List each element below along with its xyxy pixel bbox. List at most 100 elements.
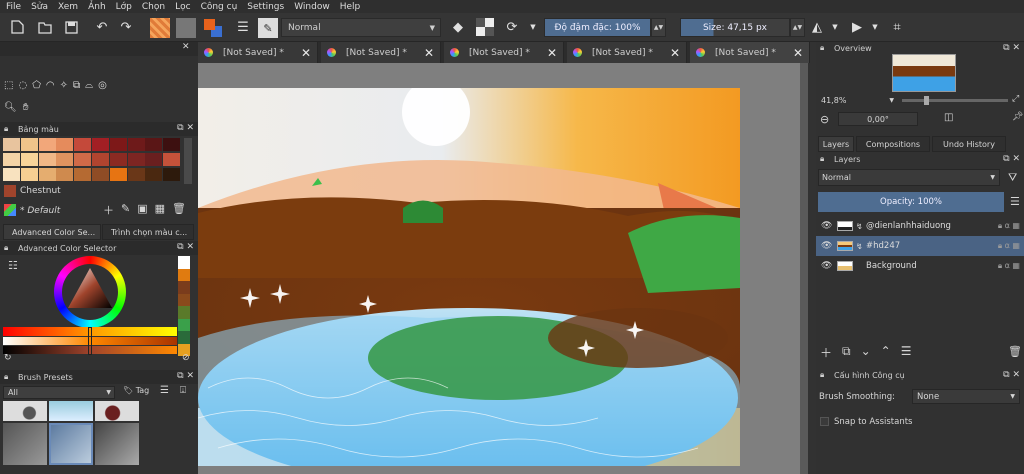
- palette-swatch[interactable]: [92, 168, 109, 181]
- document-tab-active[interactable]: [Not Saved] * ✕: [690, 42, 810, 63]
- palette-swatch[interactable]: [145, 138, 163, 151]
- move-layer-down-icon[interactable]: ⌄: [861, 344, 871, 361]
- palette-swatch[interactable]: [3, 168, 20, 181]
- ellipse-select-icon[interactable]: ◌: [18, 80, 27, 94]
- visibility-eye-icon[interactable]: 👁︎: [821, 221, 832, 231]
- canvas-area[interactable]: [198, 63, 808, 474]
- add-layer-icon[interactable]: ＋: [820, 344, 832, 361]
- new-document-icon[interactable]: [8, 18, 26, 36]
- duplicate-layer-icon[interactable]: ⧉: [842, 344, 851, 361]
- undo-icon[interactable]: ↶: [93, 18, 111, 36]
- foreground-background-color-icon[interactable]: [203, 18, 223, 40]
- palette-swatch[interactable]: [38, 168, 56, 181]
- palette-swatch[interactable]: [74, 168, 92, 181]
- alpha-lock-icon[interactable]: [476, 18, 494, 36]
- menu-view[interactable]: Xem: [58, 2, 78, 12]
- pin-icon[interactable]: 📌︎: [1012, 112, 1023, 122]
- brush-preset-item[interactable]: [49, 401, 93, 421]
- move-layer-up-icon[interactable]: ⌃: [881, 344, 891, 361]
- palette-swatch[interactable]: [109, 138, 127, 151]
- palette-scrollbar[interactable]: [184, 138, 192, 184]
- close-tab-icon[interactable]: ✕: [793, 46, 803, 60]
- brush-menu-icon[interactable]: ☰: [160, 385, 169, 396]
- menu-select[interactable]: Chọn: [142, 2, 165, 12]
- brush-preset-item[interactable]: [95, 423, 139, 465]
- layer-row[interactable]: 👁︎ ↯ @dienlanhhaiduong 🔒︎ ⍺ ▦: [816, 216, 1024, 236]
- float-close-icon[interactable]: ⧉ ✕: [1003, 154, 1020, 164]
- menu-image[interactable]: Ảnh: [88, 2, 106, 12]
- palette-name[interactable]: * Default: [20, 206, 60, 216]
- freehand-select-icon[interactable]: ◠: [46, 80, 55, 94]
- similar-select-icon[interactable]: ⧉: [73, 80, 80, 94]
- no-color-icon[interactable]: ⊘: [182, 353, 190, 363]
- edit-swatch-icon[interactable]: ✎: [121, 202, 130, 218]
- menu-settings[interactable]: Settings: [247, 2, 284, 12]
- brush-preset-item[interactable]: [95, 401, 139, 421]
- brush-import-icon[interactable]: ⍗: [180, 385, 186, 396]
- save-icon[interactable]: [62, 18, 80, 36]
- mirror-vertical-icon[interactable]: ▶: [848, 18, 866, 36]
- open-document-icon[interactable]: [36, 18, 54, 36]
- brush-preset-item[interactable]: [3, 423, 47, 465]
- panel-lock-icon[interactable]: 🔒︎: [4, 243, 8, 253]
- snap-to-assistants-checkbox[interactable]: [820, 417, 829, 426]
- rotation-field[interactable]: 0,00°: [838, 112, 918, 126]
- palette-swatch[interactable]: [163, 138, 181, 151]
- close-tab-icon[interactable]: ✕: [424, 46, 434, 60]
- palette-swatch[interactable]: [127, 138, 145, 151]
- panel-lock-icon[interactable]: 🔒︎: [4, 372, 8, 382]
- palette-swatch[interactable]: [56, 168, 74, 181]
- gradient-fill-icon[interactable]: [150, 18, 170, 38]
- palette-swatch[interactable]: [20, 138, 38, 151]
- layer-flags-icon[interactable]: 🔒︎ ⍺ ▦: [998, 241, 1020, 251]
- palette-swatch[interactable]: [145, 153, 163, 166]
- palette-swatch[interactable]: [127, 153, 145, 166]
- palette-swatch[interactable]: [38, 138, 56, 151]
- polygon-select-icon[interactable]: ⬠: [32, 80, 41, 94]
- reload-preset-icon[interactable]: ⟳: [503, 18, 521, 36]
- opacity-slider[interactable]: Độ đậm đặc: 100%: [544, 18, 651, 37]
- chevron-down-icon[interactable]: ▼: [866, 18, 884, 36]
- brush-filter-select[interactable]: All ▼: [3, 386, 115, 399]
- float-close-icon[interactable]: ⧉ ✕: [177, 242, 194, 252]
- bezier-select-icon[interactable]: ⌓: [85, 80, 93, 94]
- layer-opacity-slider[interactable]: Opacity: 100%: [818, 192, 1004, 212]
- magic-wand-icon[interactable]: ✧: [60, 80, 68, 94]
- palette-swatch[interactable]: [92, 138, 109, 151]
- close-icon[interactable]: ✕: [182, 42, 190, 52]
- eraser-icon[interactable]: ◆: [449, 18, 467, 36]
- overview-thumbnail[interactable]: [892, 54, 956, 92]
- palette-swatch[interactable]: [3, 138, 20, 151]
- layer-flags-icon[interactable]: 🔒︎ ⍺ ▦: [998, 261, 1020, 271]
- painting-canvas[interactable]: [198, 88, 740, 466]
- float-close-icon[interactable]: ⧉ ✕: [177, 123, 194, 133]
- hue-ring[interactable]: [54, 256, 126, 328]
- brush-preset-icon[interactable]: ✎: [258, 18, 278, 38]
- brush-preset-item[interactable]: [3, 401, 47, 421]
- tab-undo-history[interactable]: Undo History: [932, 136, 1006, 152]
- panel-lock-icon[interactable]: 🔒︎: [820, 154, 824, 164]
- panel-lock-icon[interactable]: 🔒︎: [820, 43, 824, 53]
- opacity-spinner[interactable]: ▲▼: [651, 18, 666, 37]
- close-tab-icon[interactable]: ✕: [547, 46, 557, 60]
- visibility-eye-icon[interactable]: 👁︎: [821, 241, 832, 251]
- document-tab[interactable]: [Not Saved] * ✕: [444, 42, 564, 63]
- zoom-select[interactable]: 41,8% ▼: [818, 94, 898, 106]
- palette-swatch[interactable]: [163, 153, 181, 166]
- palette-swatch[interactable]: [56, 153, 74, 166]
- palette-swatch[interactable]: [56, 138, 74, 151]
- slider-handle[interactable]: [88, 327, 92, 355]
- menu-layer[interactable]: Lớp: [116, 2, 132, 12]
- palette-swatch[interactable]: [127, 168, 145, 181]
- palette-swatch[interactable]: [3, 153, 20, 166]
- tab-color-picker[interactable]: Trình chọn màu c...: [102, 224, 194, 240]
- palette-swatch[interactable]: [20, 168, 38, 181]
- palette-swatch[interactable]: [145, 168, 163, 181]
- zoom-tool-icon[interactable]: 🔍︎: [4, 102, 17, 113]
- saturation-value-triangle[interactable]: [64, 264, 116, 316]
- menu-file[interactable]: File: [6, 2, 21, 12]
- tab-layers[interactable]: Layers: [818, 136, 854, 152]
- close-tab-icon[interactable]: ✕: [301, 46, 311, 60]
- delete-swatch-icon[interactable]: 🗑︎: [172, 202, 186, 218]
- palette-swatch[interactable]: [92, 153, 109, 166]
